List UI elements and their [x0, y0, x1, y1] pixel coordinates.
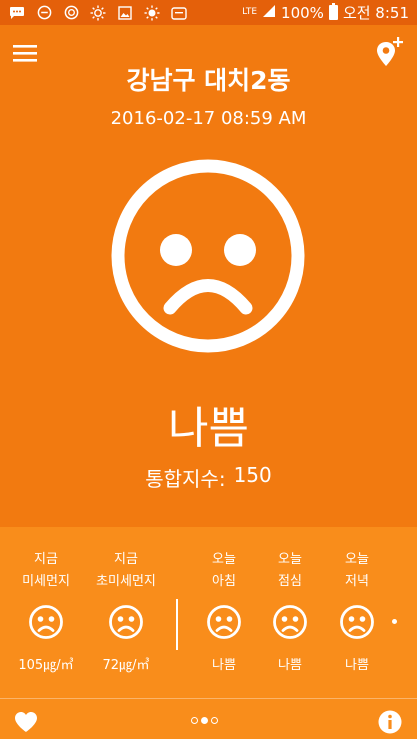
- forecast-time-label: 지금: [114, 552, 138, 567]
- clock: 오전 8:51: [342, 4, 409, 22]
- forecast-item: 오늘 저녁: [320, 549, 394, 593]
- minus-circle-icon: [36, 5, 52, 21]
- sad-face-icon: [110, 158, 306, 354]
- sun-icon: [144, 5, 160, 21]
- more-indicator: [392, 619, 397, 624]
- section-divider: [176, 599, 178, 650]
- page-dot-active[interactable]: [201, 717, 208, 724]
- brightness-icon: [90, 5, 106, 21]
- forecast-item: 오늘 점심: [253, 549, 327, 593]
- forecast-status: 나쁨: [345, 658, 369, 673]
- forecast-item: 오늘 아침: [187, 549, 261, 593]
- sync-icon: [63, 5, 79, 21]
- chat-icon: [9, 5, 25, 21]
- favorite-button[interactable]: [13, 709, 39, 735]
- heart-icon: [15, 712, 37, 732]
- forecast-item: 지금 미세먼지: [9, 549, 83, 593]
- network-type: LTE: [242, 7, 258, 17]
- air-quality-status: 나쁨: [168, 403, 249, 454]
- page-indicator: [191, 717, 218, 724]
- forecast-time-label: 오늘: [278, 552, 302, 567]
- sad-face-icon: [28, 604, 64, 640]
- sad-face-icon: [206, 604, 242, 640]
- index-label: 통합지수:: [145, 467, 226, 491]
- forecast-type-label: 초미세먼지: [96, 574, 156, 589]
- hamburger-icon: [13, 45, 37, 62]
- forecast-status: 나쁨: [278, 658, 302, 673]
- forecast-status: 나쁨: [212, 658, 236, 673]
- battery-percent: 100%: [281, 3, 324, 22]
- location-title: 강남구 대치2동: [126, 66, 291, 95]
- calendar-icon: [171, 5, 187, 21]
- forecast-period-label: 점심: [278, 574, 302, 589]
- measurement-datetime: 2016-02-17 08:59 AM: [110, 108, 307, 129]
- forecast-time-label: 오늘: [345, 552, 369, 567]
- signal-icon: [262, 4, 276, 22]
- integrated-index: 통합지수: 150: [0, 463, 417, 492]
- page-dot[interactable]: [191, 717, 198, 724]
- index-value: 150: [233, 463, 272, 487]
- forecast-type-label: 미세먼지: [22, 574, 70, 589]
- forecast-time-label: 오늘: [212, 552, 236, 567]
- info-icon: [378, 710, 402, 734]
- forecast-time-label: 지금: [34, 552, 58, 567]
- pm10-value: 105㎍/㎥: [18, 658, 74, 673]
- forecast-item: 지금 초미세먼지: [89, 549, 163, 593]
- page-dot[interactable]: [211, 717, 218, 724]
- sad-face-icon: [272, 604, 308, 640]
- image-icon: [117, 5, 133, 21]
- sad-face-icon: [339, 604, 375, 640]
- forecast-period-label: 저녁: [345, 574, 369, 589]
- pm25-value: 72㎍/㎥: [102, 658, 150, 673]
- battery-icon: [328, 3, 338, 20]
- bottom-divider: [0, 698, 417, 699]
- forecast-period-label: 아침: [212, 574, 236, 589]
- info-button[interactable]: [377, 709, 403, 735]
- sad-face-icon: [108, 604, 144, 640]
- status-bar: LTE 100% 오전 8:51: [0, 0, 417, 25]
